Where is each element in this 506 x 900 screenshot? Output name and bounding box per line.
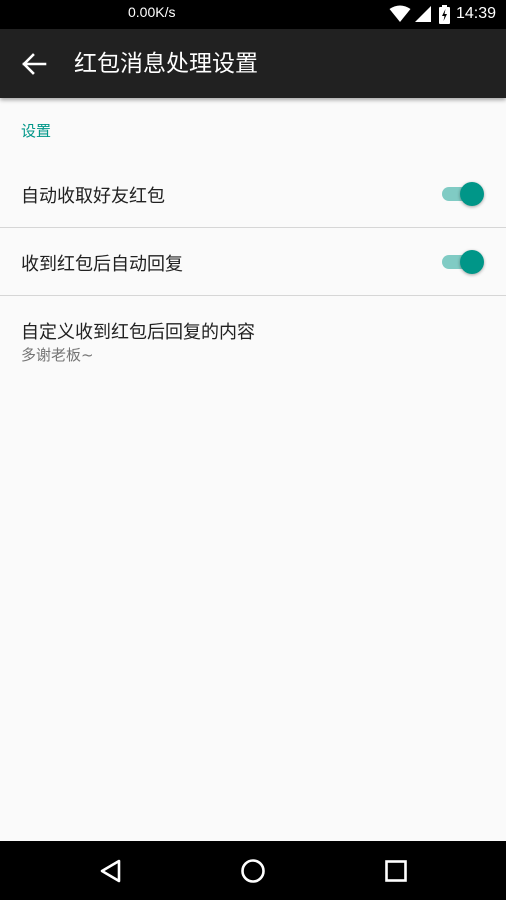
arrow-back-icon	[18, 53, 50, 83]
signal-icon	[414, 5, 432, 23]
wifi-icon	[389, 5, 411, 23]
back-button[interactable]	[18, 49, 50, 79]
nav-recents-button[interactable]	[382, 857, 410, 885]
app-bar: 红包消息处理设置	[0, 29, 506, 98]
status-bar: 0.00K/s 14:39	[0, 0, 506, 29]
auto-reply-switch[interactable]	[440, 248, 484, 274]
pref-summary: 多谢老板~	[21, 346, 94, 364]
recents-square-icon	[382, 860, 410, 889]
status-icons: 14:39	[389, 3, 496, 25]
navigation-bar	[0, 841, 506, 900]
page-title: 红包消息处理设置	[74, 51, 258, 77]
pref-title: 自定义收到红包后回复的内容	[21, 322, 255, 343]
switch-thumb	[460, 250, 484, 274]
nav-back-button[interactable]	[97, 857, 125, 885]
clock: 14:39	[455, 5, 496, 22]
pref-custom-reply-content[interactable]: 自定义收到红包后回复的内容 多谢老板~	[0, 296, 506, 376]
pref-title: 收到红包后自动回复	[21, 254, 183, 275]
nav-home-button[interactable]	[239, 857, 267, 885]
auto-receive-switch[interactable]	[440, 180, 484, 206]
battery-charging-icon	[438, 4, 450, 24]
network-speed: 0.00K/s	[128, 4, 176, 20]
back-triangle-icon	[97, 859, 125, 889]
pref-auto-reply[interactable]: 收到红包后自动回复	[0, 228, 506, 295]
pref-title: 自动收取好友红包	[21, 186, 165, 207]
switch-thumb	[460, 182, 484, 206]
section-header: 设置	[21, 122, 52, 140]
home-circle-icon	[239, 859, 267, 889]
pref-auto-receive-red-packet[interactable]: 自动收取好友红包	[0, 160, 506, 227]
